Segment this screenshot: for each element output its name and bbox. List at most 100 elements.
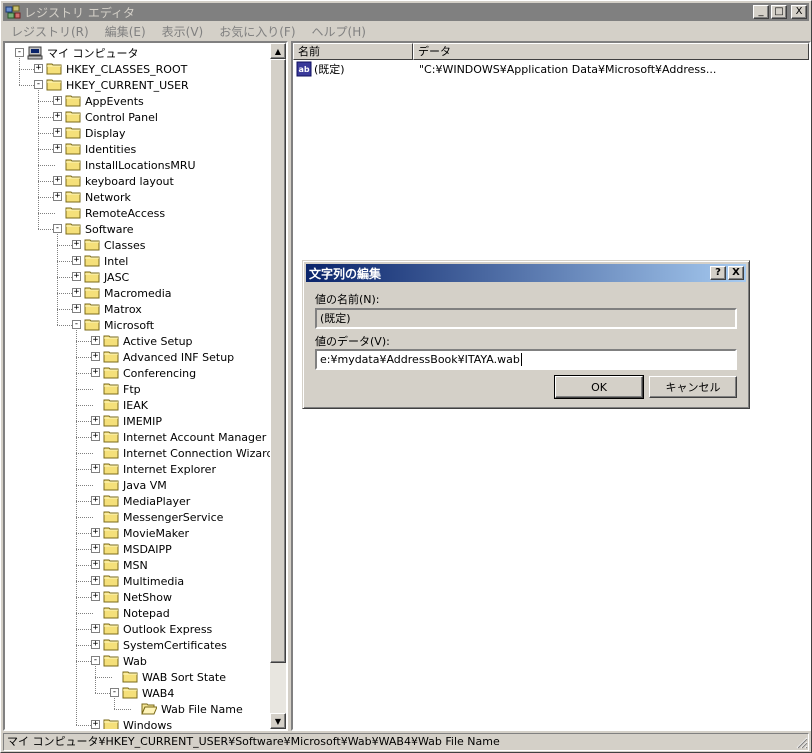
expand-toggle[interactable]: + <box>91 592 100 601</box>
expand-toggle[interactable]: + <box>34 64 43 73</box>
dialog-help-button[interactable]: ? <box>710 266 726 280</box>
menu-favorites[interactable]: お気に入り(F) <box>211 23 303 40</box>
tree-item[interactable]: + Network <box>5 189 272 205</box>
column-header-name[interactable]: 名前 <box>293 43 413 60</box>
expand-toggle[interactable]: + <box>91 544 100 553</box>
expand-toggle[interactable]: + <box>91 432 100 441</box>
tree-item[interactable]: Notepad <box>5 605 272 621</box>
scroll-down-button[interactable]: ▼ <box>270 713 286 729</box>
tree-item[interactable]: + NetShow <box>5 589 272 605</box>
expand-toggle[interactable]: + <box>53 176 62 185</box>
tree-item[interactable]: + Windows <box>5 717 272 729</box>
expand-toggle[interactable]: + <box>53 192 62 201</box>
tree-item[interactable]: + MSDAIPP <box>5 541 272 557</box>
tree-item[interactable]: IEAK <box>5 397 272 413</box>
tree-item[interactable]: + Internet Account Manager <box>5 429 272 445</box>
tree-item[interactable]: + Internet Explorer <box>5 461 272 477</box>
expand-toggle[interactable]: + <box>53 112 62 121</box>
expand-toggle[interactable]: + <box>91 416 100 425</box>
tree-item[interactable]: MessengerService <box>5 509 272 525</box>
expand-toggle[interactable]: + <box>53 128 62 137</box>
collapse-toggle[interactable]: - <box>110 688 119 697</box>
tree-item[interactable]: + Control Panel <box>5 109 272 125</box>
tree-item[interactable]: Java VM <box>5 477 272 493</box>
expand-toggle[interactable]: + <box>91 624 100 633</box>
expand-toggle[interactable]: + <box>72 288 81 297</box>
expand-toggle[interactable]: + <box>91 464 100 473</box>
expand-toggle[interactable]: + <box>91 640 100 649</box>
collapse-toggle[interactable]: - <box>15 48 24 57</box>
expand-toggle[interactable]: + <box>91 368 100 377</box>
tree-item[interactable]: + Identities <box>5 141 272 157</box>
tree-item[interactable]: + Outlook Express <box>5 621 272 637</box>
collapse-toggle[interactable]: - <box>53 224 62 233</box>
dialog-close-button[interactable]: X <box>728 266 744 280</box>
expand-toggle[interactable]: + <box>91 560 100 569</box>
tree-item[interactable]: + keyboard layout <box>5 173 272 189</box>
scroll-up-button[interactable]: ▲ <box>270 43 286 59</box>
key-tree-pane[interactable]: - マイ コンピュータ + HKEY_CLASSES_ROOT - HKEY_CURREN… <box>3 41 288 731</box>
expand-toggle[interactable]: + <box>72 272 81 281</box>
close-button[interactable]: X <box>791 5 807 19</box>
expand-toggle[interactable]: + <box>72 256 81 265</box>
expand-toggle[interactable]: + <box>72 304 81 313</box>
tree-item[interactable]: + MovieMaker <box>5 525 272 541</box>
expand-toggle[interactable]: + <box>91 336 100 345</box>
tree-item[interactable]: - HKEY_CURRENT_USER <box>5 77 272 93</box>
tree-item[interactable]: + MSN <box>5 557 272 573</box>
resize-grip-icon[interactable] <box>796 737 808 749</box>
expand-toggle[interactable]: + <box>91 496 100 505</box>
tree-item[interactable]: - Microsoft <box>5 317 272 333</box>
tree-item[interactable]: + Classes <box>5 237 272 253</box>
expand-toggle[interactable]: + <box>91 528 100 537</box>
tree-item[interactable]: + Display <box>5 125 272 141</box>
tree-item[interactable]: + AppEvents <box>5 93 272 109</box>
value-data-input[interactable]: e:¥mydata¥AddressBook¥ITAYA.wab <box>315 349 737 370</box>
expand-toggle[interactable]: + <box>91 352 100 361</box>
minimize-button[interactable]: _ <box>753 5 769 19</box>
menu-registry[interactable]: レジストリ(R) <box>3 23 97 40</box>
tree-item[interactable]: - Software <box>5 221 272 237</box>
tree-item[interactable]: + Intel <box>5 253 272 269</box>
menu-edit[interactable]: 編集(E) <box>97 23 154 40</box>
expand-toggle[interactable]: + <box>72 240 81 249</box>
value-row[interactable]: ab (既定) "C:¥WINDOWS¥Application Data¥Mic… <box>293 61 809 77</box>
column-header-data[interactable]: データ <box>413 43 809 60</box>
expand-toggle[interactable]: + <box>91 576 100 585</box>
collapse-toggle[interactable]: - <box>91 656 100 665</box>
collapse-toggle[interactable]: - <box>72 320 81 329</box>
tree-item[interactable]: + Macromedia <box>5 285 272 301</box>
menu-view[interactable]: 表示(V) <box>154 23 212 40</box>
scroll-thumb[interactable] <box>270 59 286 663</box>
tree-item[interactable]: WAB Sort State <box>5 669 272 685</box>
tree-item[interactable]: + HKEY_CLASSES_ROOT <box>5 61 272 77</box>
tree-item[interactable]: + Conferencing <box>5 365 272 381</box>
cancel-button[interactable]: キャンセル <box>649 376 737 398</box>
tree-item[interactable]: - Wab <box>5 653 272 669</box>
tree-item[interactable]: + SystemCertificates <box>5 637 272 653</box>
tree-item[interactable]: + IMEMIP <box>5 413 272 429</box>
tree-vertical-scrollbar[interactable]: ▲ ▼ <box>270 43 286 729</box>
expand-toggle[interactable]: + <box>91 720 100 729</box>
tree-item[interactable]: + Multimedia <box>5 573 272 589</box>
collapse-toggle[interactable]: - <box>34 80 43 89</box>
tree-item[interactable]: InstallLocationsMRU <box>5 157 272 173</box>
tree-item[interactable]: + Advanced INF Setup <box>5 349 272 365</box>
expand-toggle[interactable]: + <box>53 96 62 105</box>
tree-item[interactable]: + MediaPlayer <box>5 493 272 509</box>
dialog-title-bar[interactable]: 文字列の編集 ? X <box>306 264 746 282</box>
tree-root-my-computer[interactable]: - マイ コンピュータ <box>5 45 272 61</box>
tree-item[interactable]: Internet Connection Wizard <box>5 445 273 461</box>
tree-item[interactable]: - WAB4 <box>5 685 272 701</box>
tree-item[interactable]: Wab File Name <box>5 701 272 717</box>
tree-item[interactable]: + Active Setup <box>5 333 272 349</box>
tree-item[interactable]: Ftp <box>5 381 272 397</box>
tree-item[interactable]: + Matrox <box>5 301 272 317</box>
expand-toggle[interactable]: + <box>53 144 62 153</box>
menu-help[interactable]: ヘルプ(H) <box>304 23 374 40</box>
tree-item[interactable]: + JASC <box>5 269 272 285</box>
title-bar[interactable]: レジストリ エディタ _ □ X <box>3 3 809 21</box>
maximize-button[interactable]: □ <box>771 5 787 19</box>
tree-item[interactable]: RemoteAccess <box>5 205 272 221</box>
ok-button[interactable]: OK <box>554 375 644 399</box>
